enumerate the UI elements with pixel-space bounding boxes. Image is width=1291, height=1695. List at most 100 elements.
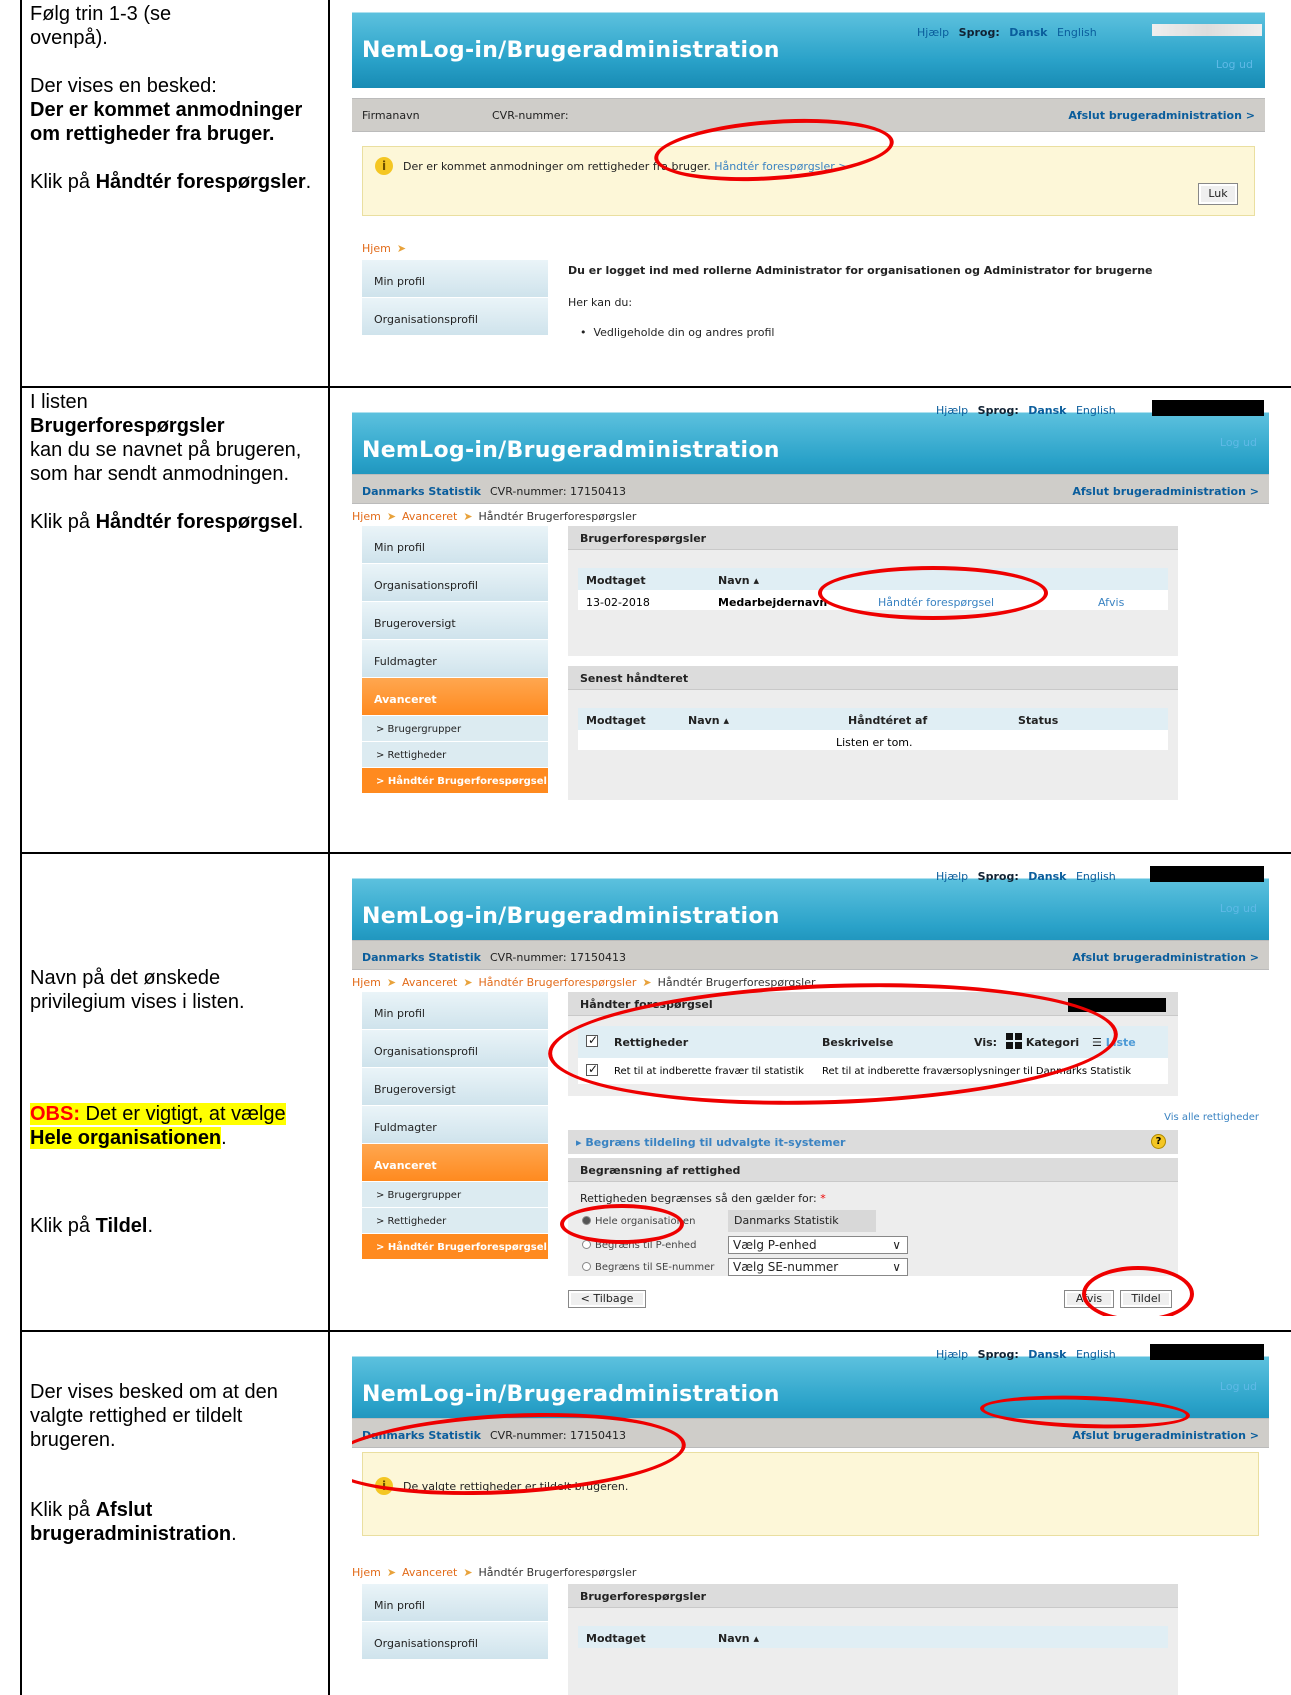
limit-title: Begrænsning af rettighed [568, 1158, 1178, 1182]
help-link[interactable]: Hjælp [936, 870, 968, 883]
lang-danish[interactable]: Dansk [1028, 870, 1066, 883]
logout-link[interactable]: Log ud [1220, 436, 1257, 449]
empty-row: Listen er tom. [578, 730, 1168, 750]
nav-org-profile[interactable]: Organisationsprofil [362, 1622, 548, 1660]
step-2-text-2: Brugerforespørgsler [30, 415, 225, 437]
lang-english[interactable]: English [1057, 26, 1097, 39]
nav-my-profile[interactable]: Min profil [362, 992, 548, 1030]
top-links: Hjælp Sprog: Dansk English [936, 404, 1116, 417]
app-title: NemLog-in/Brugeradministration [362, 904, 780, 929]
screenshot-3: NemLog-in/Brugeradministration Hjælp Spr… [352, 866, 1269, 1316]
step-1-text-3: Der er kommet anmodninger om rettigheder… [30, 99, 303, 145]
step-row-2: I listen Brugerforespørgsler kan du se n… [22, 388, 1291, 854]
nav-advanced[interactable]: Avanceret [362, 1144, 548, 1182]
radio-se-number[interactable]: Begræns til SE-nummer [582, 1262, 714, 1273]
highlight-ellipse [818, 566, 1048, 620]
nav-user-overview[interactable]: Brugeroversigt [362, 1068, 548, 1106]
nav-handle-requests[interactable]: > Håndtér Brugerforespørgsel [362, 1234, 548, 1260]
language-label: Sprog: [977, 1348, 1019, 1361]
org-value: Danmarks Statistik [728, 1210, 876, 1232]
redacted-user [1152, 400, 1264, 416]
step-3-obs: OBS: Det er vigtigt, at vælge Hele organ… [30, 1103, 286, 1149]
top-links: Hjælp Sprog: Dansk English [936, 1348, 1116, 1361]
app-title: NemLog-in/Brugeradministration [362, 438, 780, 463]
nav-my-profile[interactable]: Min profil [362, 526, 548, 564]
lang-danish[interactable]: Dansk [1028, 404, 1066, 417]
select-p-unit[interactable]: Vælg P-enhed [728, 1236, 908, 1254]
nav-rights[interactable]: > Rettigheder [362, 742, 548, 768]
nav-org-profile[interactable]: Organisationsprofil [362, 1030, 548, 1068]
org-bar: Danmarks Statistik CVR-nummer: 17150413 … [352, 940, 1269, 970]
breadcrumb: Hjem ➤ Avanceret ➤ Håndtér Brugerforespørgsl… [352, 976, 816, 989]
app-title: NemLog-in/Brugeradministration [362, 1382, 780, 1407]
here-you-can: Her kan du: [568, 296, 633, 309]
help-link[interactable]: Hjælp [936, 404, 968, 417]
nav-mandates[interactable]: Fuldmagter [362, 1106, 548, 1144]
info-icon: i [375, 157, 393, 175]
lang-danish[interactable]: Dansk [1028, 1348, 1066, 1361]
sidebar-nav: Min profil Organisationsprofil [362, 260, 548, 336]
nav-rights[interactable]: > Rettigheder [362, 1208, 548, 1234]
nav-my-profile[interactable]: Min profil [362, 1584, 548, 1622]
highlight-ellipse [1082, 1266, 1194, 1316]
nav-mandates[interactable]: Fuldmagter [362, 640, 548, 678]
exit-admin-link[interactable]: Afslut brugeradministration > [1072, 1429, 1259, 1442]
exit-admin-link[interactable]: Afslut brugeradministration > [1072, 485, 1259, 498]
step-3-text-1: Navn på det ønskede privilegium vises i … [30, 967, 245, 1013]
select-se-number[interactable]: Vælg SE-nummer [728, 1258, 908, 1276]
lang-english[interactable]: English [1076, 1348, 1116, 1361]
breadcrumb: Hjem ➤ Avanceret ➤ Håndtér Brugerforespørgsl… [352, 1566, 637, 1579]
limit-systems-bar[interactable]: ▸ Begræns tildeling til udvalgte it-syst… [568, 1130, 1178, 1154]
bullet-1: • Vedligeholde din og andres profil [580, 326, 775, 339]
requests-panel: Brugerforespørgsler Modtaget Navn ▴ [568, 1584, 1178, 1695]
nav-handle-requests[interactable]: > Håndtér Brugerforespørgsel [362, 768, 548, 794]
step-1-text-1: Følg trin 1-3 (se ovenpå). [30, 3, 172, 49]
step-row-4: Der vises besked om at den valgte rettig… [22, 1332, 1291, 1695]
cvr-label: CVR-nummer: 17150413 [490, 951, 627, 964]
logout-link[interactable]: Log ud [1216, 58, 1253, 71]
reject-link[interactable]: Afvis [1098, 596, 1124, 609]
lang-english[interactable]: English [1076, 870, 1116, 883]
step-4-text-4: Klik på Afslut brugeradministration. [30, 1499, 237, 1545]
nav-groups[interactable]: > Brugergrupper [362, 1182, 548, 1208]
language-label: Sprog: [958, 26, 1000, 39]
redacted-user [1150, 866, 1264, 882]
nav-my-profile[interactable]: Min profil [362, 260, 548, 298]
lang-danish[interactable]: Dansk [1009, 26, 1047, 39]
recent-panel: Senest håndteret Modtaget Navn ▴ Håndtér… [568, 666, 1178, 800]
show-all-rights-link[interactable]: Vis alle rettigheder [1164, 1112, 1259, 1123]
cvr-label: CVR-nummer: [492, 109, 569, 122]
nav-org-profile[interactable]: Organisationsprofil [362, 564, 548, 602]
sidebar-nav: Min profil Organisationsprofil [362, 1584, 548, 1660]
nav-user-overview[interactable]: Brugeroversigt [362, 602, 548, 640]
logout-link[interactable]: Log ud [1220, 902, 1257, 915]
step-1-instructions: Følg trin 1-3 (se ovenpå). Der vises en … [22, 0, 330, 386]
step-2-text-3: kan du se navnet på brugeren, som har se… [30, 439, 302, 485]
exit-admin-link[interactable]: Afslut brugeradministration > [1072, 951, 1259, 964]
app-header: NemLog-in/Brugeradministration Hjælp Spr… [352, 0, 1265, 88]
org-name: Firmanavn [362, 109, 420, 122]
redacted-user [1152, 24, 1262, 36]
nav-org-profile[interactable]: Organisationsprofil [362, 298, 548, 336]
breadcrumb: Hjem ➤ Avanceret ➤ Håndtér Brugerforespørgsl… [352, 510, 637, 523]
close-button[interactable]: Luk [1198, 183, 1238, 205]
lang-english[interactable]: English [1076, 404, 1116, 417]
instruction-table: Følg trin 1-3 (se ovenpå). Der vises en … [20, 0, 1291, 1695]
back-button[interactable]: < Tilbage [568, 1290, 646, 1308]
org-name: Danmarks Statistik [362, 485, 481, 498]
exit-admin-link[interactable]: Afslut brugeradministration > [1068, 109, 1255, 122]
help-icon[interactable]: ? [1151, 1134, 1166, 1149]
sidebar-nav: Min profil Organisationsprofil Brugerove… [362, 992, 548, 1260]
step-row-3: Navn på det ønskede privilegium vises i … [22, 854, 1291, 1332]
cvr-label: CVR-nummer: 17150413 [490, 485, 627, 498]
nav-advanced[interactable]: Avanceret [362, 678, 548, 716]
help-link[interactable]: Hjælp [917, 26, 949, 39]
top-links: Hjælp Sprog: Dansk English [936, 870, 1116, 883]
panel-title: Brugerforespørgsler [568, 526, 1178, 550]
screenshot-4: NemLog-in/Brugeradministration Hjælp Spr… [352, 1344, 1269, 1695]
step-2-instructions: I listen Brugerforespørgsler kan du se n… [22, 388, 330, 852]
highlight-ellipse [560, 1204, 684, 1244]
help-link[interactable]: Hjælp [936, 1348, 968, 1361]
logout-link[interactable]: Log ud [1220, 1380, 1257, 1393]
nav-groups[interactable]: > Brugergrupper [362, 716, 548, 742]
